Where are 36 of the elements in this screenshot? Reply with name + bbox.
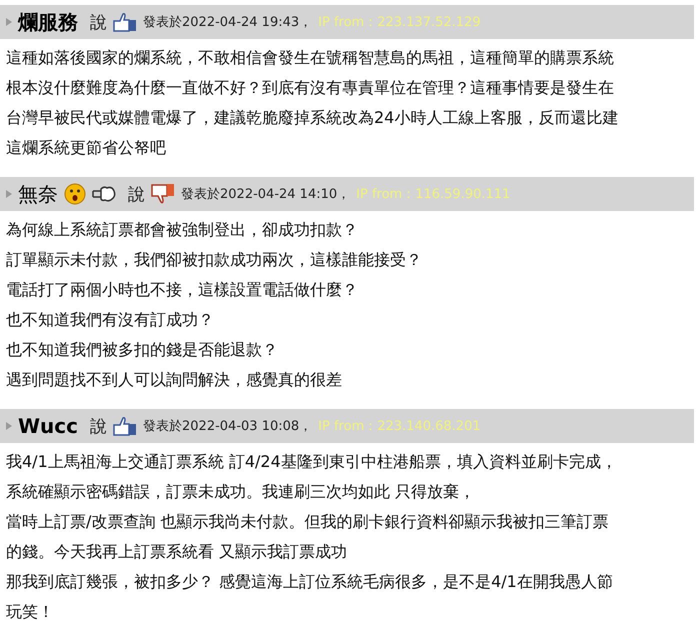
post-date: 發表於2022-04-24 19:43，	[143, 14, 312, 31]
comment-text: 這種如落後國家的爛系統，不敢相信會發生在號稱智慧島的馬祖，這種簡單的購票系統	[6, 47, 615, 69]
author-name: Wucc	[18, 414, 78, 438]
bullet-icon	[6, 18, 12, 26]
comment-text: 台灣早被民代或媒體電爆了，建議乾脆廢掉系統改為24小時人工線上客服，反而還比建	[6, 107, 620, 129]
comment-text: 的錢。今天我再上訂票系統看 又顯示我訂票成功	[6, 541, 348, 563]
ip-address: IP from：223.140.68.201	[318, 418, 481, 435]
surprised-face-icon	[64, 183, 86, 205]
thumbs-up-icon	[113, 12, 137, 32]
said-label: 說	[90, 12, 107, 34]
author-name: 無奈	[18, 180, 58, 208]
thumbs-down-icon	[151, 183, 175, 205]
comment-text: 訂單顯示未付款，我們卻被扣款成功兩次，這樣誰能接受？	[6, 249, 423, 271]
author-name: 爛服務	[18, 8, 78, 36]
ip-address: IP from：223.137.52.129	[318, 14, 481, 31]
comment-text: 遇到問題找不到人可以詢問解決，感覺真的很差	[6, 369, 343, 391]
comment-text: 我4/1上馬祖海上交通訂票系統 訂4/24基隆到東引中柱港船票，填入資料並刷卡完成，	[6, 451, 618, 473]
comment-text: 為何線上系統訂票都會被強制登出，卻成功扣款？	[6, 219, 359, 241]
comment-text: 這爛系統更節省公帑吧	[6, 137, 167, 159]
comment-text: 當時上訂票/改票查詢 也顯示我尚未付款。但我的刷卡銀行資料卻顯示我被扣三筆訂票	[6, 511, 610, 533]
bullet-icon	[6, 422, 12, 430]
comment-text: 電話打了兩個小時也不接，這樣設置電話做什麼？	[6, 279, 359, 301]
ip-address: IP from：116.59.90.111	[356, 186, 510, 203]
thumbs-up-icon	[113, 416, 138, 436]
post-date: 發表於2022-04-03 10:08，	[143, 418, 312, 435]
said-label: 說	[128, 184, 145, 206]
bullet-icon	[6, 190, 12, 198]
post-date: 發表於2022-04-24 14:10，	[181, 186, 350, 203]
comment-text: 也不知道我們有沒有訂成功？	[6, 309, 215, 331]
comment-text: 那我到底訂幾張，被扣多少？ 感覺這海上訂位系統毛病很多，是不是4/1在開我愚人節	[6, 571, 614, 593]
comment-text: 也不知道我們被多扣的錢是否能退款？	[6, 339, 279, 361]
comment-text: 根本沒什麼難度為什麼一直做不好？到底有沒有專責單位在管理？這種事情要是發生在	[6, 77, 615, 99]
puff-icon	[92, 185, 116, 203]
said-label: 說	[90, 416, 108, 438]
comment-text: 系統確顯示密碼錯誤，訂票未成功。我連刷三次均如此 只得放棄，	[6, 481, 476, 503]
comment-text: 玩笑！	[6, 601, 55, 623]
